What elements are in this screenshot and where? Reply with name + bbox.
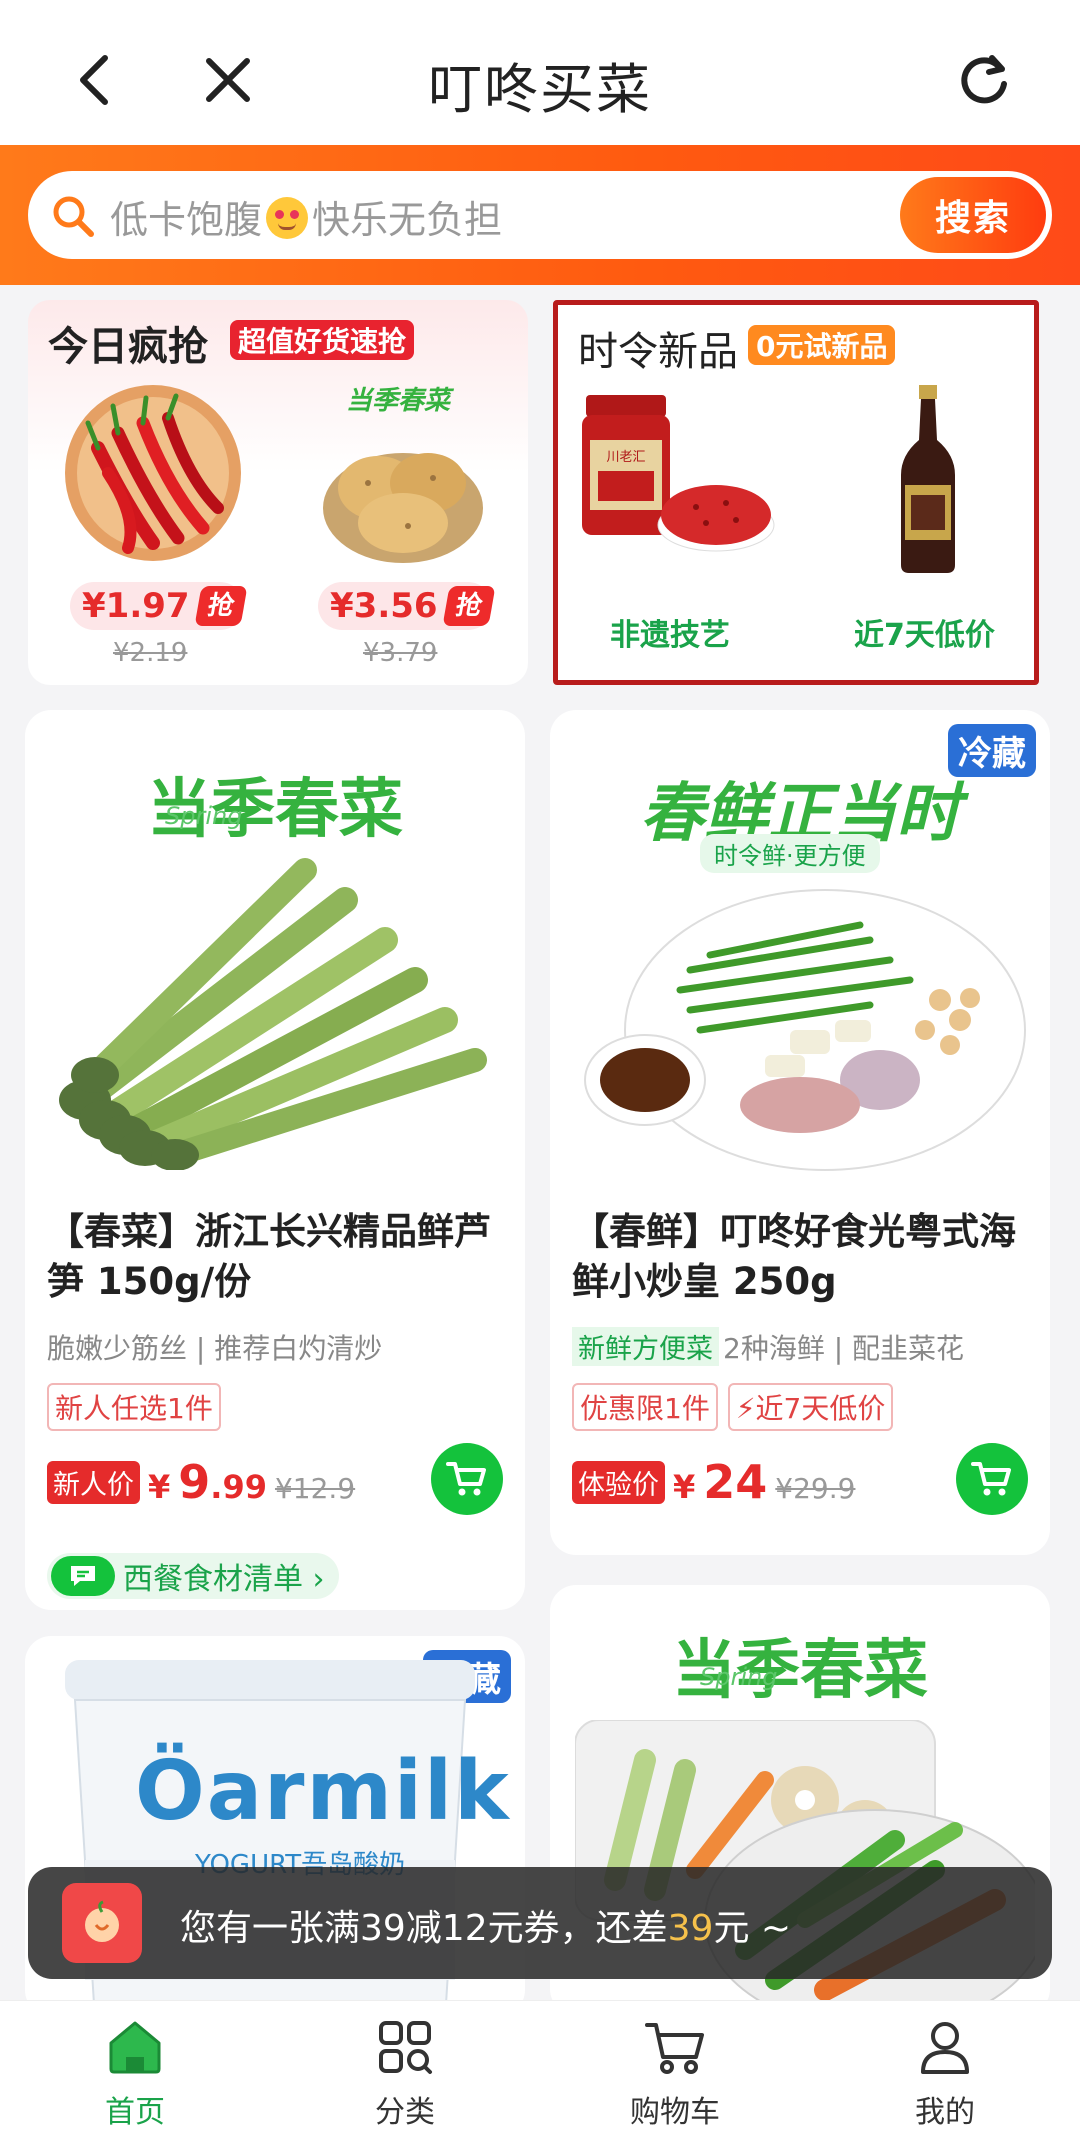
price-decimal: .99 [210, 1468, 267, 1506]
tab-label: 首页 [105, 2095, 165, 2130]
season-banner: 当季春菜 [672, 1633, 928, 1708]
product-card[interactable]: 当季春菜 Spring 【春菜】浙江长兴精品鲜芦笋 150g/份 脆嫩少筋丝 |… [25, 710, 525, 1610]
original-price-1: ¥2.19 [113, 638, 188, 668]
page-title: 叮咚买菜 [428, 58, 652, 121]
asparagus-image [59, 858, 487, 1170]
season-subbanner: 时令鲜·更方便 [700, 834, 880, 873]
promo-badge: 0元试新品 [748, 325, 896, 365]
grab-badge: 抢 [442, 586, 496, 626]
promo-flash-sale[interactable]: 今日疯抢 超值好货速抢 当季春菜 ¥1.97 抢 ¥2.19 ¥3.56 抢 ¥… [28, 300, 528, 685]
promo-tag: 新人任选1件 [47, 1383, 221, 1431]
profile-icon [921, 2022, 969, 2074]
promo-tag: ⚡近7天低价 [727, 1383, 894, 1431]
title-bar: 叮咚买菜 [0, 0, 1080, 145]
potatoes-image [323, 453, 483, 563]
season-tag: 当季春菜 [346, 386, 451, 416]
seafood-stirfry-image [584, 889, 1026, 1171]
product-card[interactable]: 冷藏 春鲜正当时 时令鲜·更方便 【春鲜】叮咚好食光粤式海鲜小炒皇 250g 新… [550, 710, 1050, 1555]
yogurt-brand: Öarmilk [135, 1744, 511, 1839]
home-icon [109, 2021, 161, 2074]
lightning-icon: ⚡ [735, 1392, 756, 1425]
search-band: 低卡饱腹 快乐无负担 搜索 [0, 145, 1080, 285]
coupon-amount: 39 [667, 1908, 714, 1949]
currency-symbol: ¥ [148, 1468, 171, 1506]
price-row: 新人价 ¥ 9.99 ¥12.9 [47, 1455, 355, 1509]
soy-sauce-image [901, 385, 955, 573]
add-to-cart-button[interactable] [431, 1443, 503, 1515]
product-tags: 新人任选1件 [47, 1383, 221, 1431]
grab-badge: 抢 [194, 586, 248, 626]
currency-symbol: ¥ [673, 1468, 696, 1506]
season-script: Spring [165, 802, 243, 830]
promo-title: 时令新品 [578, 329, 738, 375]
tab-home[interactable]: 首页 [60, 2019, 210, 2131]
tab-category[interactable]: 分类 [330, 2019, 480, 2131]
tab-label: 分类 [375, 2095, 435, 2130]
product-subtitle: 新鲜方便菜 2种海鲜 | 配韭菜花 [572, 1327, 964, 1367]
price-integer: 9 [178, 1455, 211, 1509]
category-icon [379, 2021, 432, 2074]
refresh-icon [961, 55, 1007, 104]
original-price: ¥29.9 [775, 1472, 856, 1505]
cart-icon [971, 1462, 1011, 1496]
chili-sauce-image: 川老汇 [582, 395, 775, 552]
price-integer: 24 [703, 1455, 768, 1509]
cart-icon [446, 1462, 486, 1496]
refresh-button[interactable] [944, 40, 1024, 120]
coupon-toast[interactable]: 您有一张满39减12元券，还差39元 ~ [28, 1867, 1052, 1979]
flash-price-1: ¥1.97 抢 [70, 582, 248, 630]
product-image: 冷藏 春鲜正当时 时令鲜·更方便 [550, 710, 1050, 1180]
product-image: 当季春菜 Spring [25, 710, 525, 1180]
coupon-message: 您有一张满39减12元券，还差39元 ~ [180, 1908, 792, 1949]
tab-cart[interactable]: 购物车 [600, 2019, 750, 2131]
jar-label: 川老汇 [606, 450, 645, 465]
recipe-list-label: 西餐食材清单 › [123, 1562, 325, 1597]
season-script: Spring [700, 1663, 778, 1691]
search-input[interactable]: 低卡饱腹 快乐无负担 搜索 [28, 171, 1052, 259]
tab-label: 我的 [915, 2095, 975, 2130]
search-button[interactable]: 搜索 [900, 177, 1046, 253]
tab-label: 购物车 [630, 2095, 720, 2130]
tab-profile[interactable]: 我的 [870, 2019, 1020, 2131]
price-label: 新人价 [47, 1460, 140, 1504]
flash-price-2: ¥3.56 抢 [318, 582, 496, 630]
chili-peppers-image [65, 385, 241, 561]
promo-badge: 超值好货速抢 [230, 320, 415, 360]
coupon-icon [62, 1883, 142, 1963]
subtitle-tag: 新鲜方便菜 [572, 1327, 719, 1366]
page: 叮咚买菜 低卡饱腹 快乐无负担 搜索 今日疯抢 超值好货速抢 当季春菜 ¥1.9… [0, 0, 1080, 2140]
product-title: 【春菜】浙江长兴精品鲜芦笋 150g/份 [47, 1210, 491, 1303]
product-title: 【春鲜】叮咚好食光粤式海鲜小炒皇 250g [572, 1210, 1016, 1303]
product-subtitle: 脆嫩少筋丝 | 推荐白灼清炒 [47, 1332, 383, 1365]
price-row: 体验价 ¥ 24 ¥29.9 [572, 1455, 855, 1509]
promo-new-arrivals[interactable]: 时令新品 0元试新品 川老汇 非遗技艺 近7天低价 [553, 300, 1039, 685]
recipe-list-link[interactable]: 西餐食材清单 › [47, 1553, 339, 1599]
search-icon [53, 196, 94, 237]
cart-icon [645, 2023, 704, 2074]
smiley-hearts-icon [266, 197, 309, 239]
product-tags: 优惠限1件 ⚡近7天低价 [572, 1383, 894, 1431]
chat-bubble-icon [51, 1556, 115, 1596]
promo-subtitle-2: 近7天低价 [854, 618, 995, 653]
promo-subtitle-1: 非遗技艺 [610, 618, 730, 653]
promo-title: 今日疯抢 [48, 324, 208, 370]
original-price: ¥12.9 [274, 1472, 356, 1505]
bottom-tab-bar: 首页 分类 购物车 我的 [0, 2000, 1080, 2140]
original-price-2: ¥3.79 [363, 638, 438, 668]
add-to-cart-button[interactable] [956, 1443, 1028, 1515]
price-label: 体验价 [572, 1460, 665, 1504]
search-placeholder: 低卡饱腹 快乐无负担 [110, 197, 503, 242]
promo-tag: 优惠限1件 [572, 1383, 718, 1431]
